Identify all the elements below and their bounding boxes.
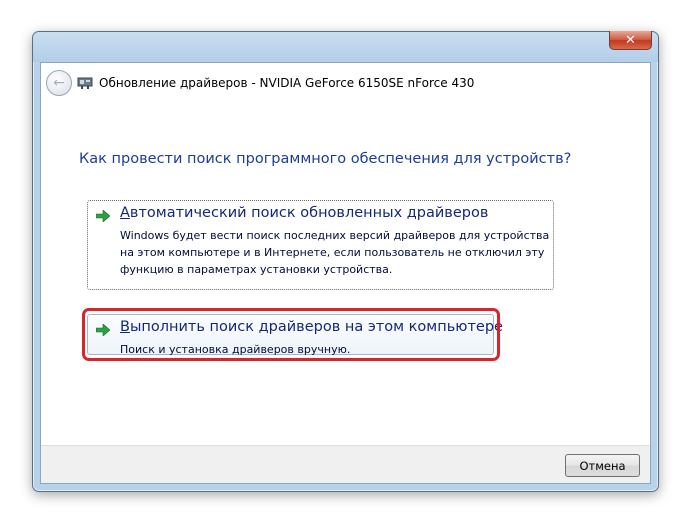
manual-search-description: Поиск и установка драйверов вручную. [120, 343, 351, 356]
green-arrow-icon [96, 210, 110, 222]
back-arrow-icon: ← [53, 75, 65, 91]
driver-update-dialog: ✕ ← Обновление драйверов - NVIDIA GeForc… [32, 31, 659, 492]
auto-search-accelerator: А [120, 205, 130, 221]
command-bar: Отмена [41, 445, 650, 483]
back-button[interactable]: ← [46, 70, 72, 96]
green-arrow-icon [96, 324, 110, 336]
auto-search-description: Windows будет вести поиск последних верс… [120, 229, 550, 276]
auto-search-title: Автоматический поиск обновленных драйвер… [120, 205, 488, 221]
title-bar[interactable]: ✕ [33, 31, 658, 62]
manual-search-option[interactable]: Выполнить поиск драйверов на этом компью… [87, 314, 503, 356]
window-title: Обновление драйверов - NVIDIA GeForce 61… [99, 76, 475, 90]
dialog-content: ← Обновление драйверов - NVIDIA GeForce … [40, 62, 651, 484]
device-icon [77, 77, 93, 89]
auto-search-option[interactable]: Автоматический поиск обновленных драйвер… [87, 200, 554, 290]
navigation-bar: ← Обновление драйверов - NVIDIA GeForce … [41, 63, 650, 109]
manual-search-accelerator: В [120, 319, 130, 335]
close-button[interactable]: ✕ [609, 31, 652, 50]
manual-search-title: Выполнить поиск драйверов на этом компью… [120, 319, 503, 335]
manual-search-title-text: ыполнить поиск драйверов на этом компьют… [129, 319, 503, 335]
cancel-button[interactable]: Отмена [565, 454, 640, 477]
close-icon: ✕ [625, 32, 636, 48]
auto-search-title-text: втоматический поиск обновленных драйверо… [129, 205, 489, 221]
main-instruction: Как провести поиск программного обеспече… [79, 151, 572, 167]
